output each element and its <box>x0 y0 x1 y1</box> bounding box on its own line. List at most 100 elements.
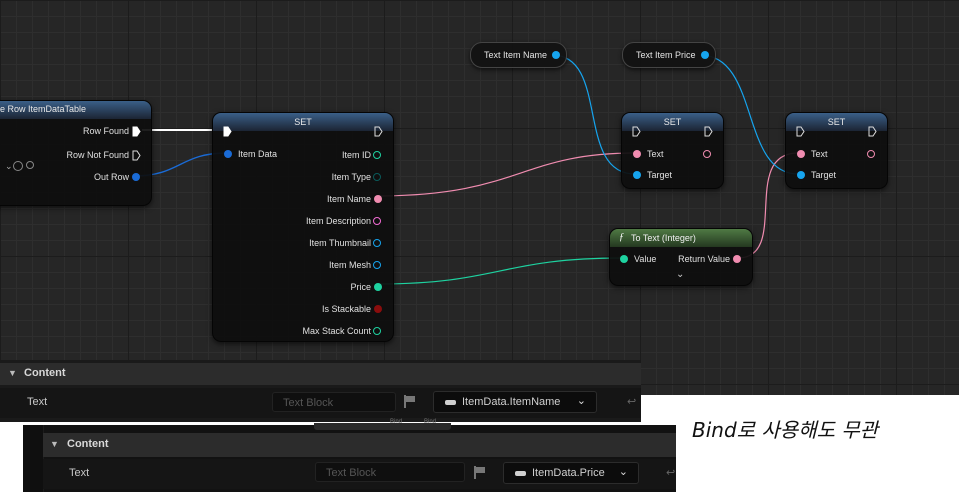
chevron-down-icon: ⌄ <box>576 395 586 407</box>
node-title: To Text (Integer) <box>631 233 696 243</box>
output-pin[interactable] <box>374 283 382 291</box>
reset-arrow-icon[interactable]: ↩ <box>627 395 636 408</box>
property-label: Text <box>69 467 90 479</box>
text-block-placeholder: Text Block <box>283 397 334 409</box>
value-label: Value <box>634 254 657 264</box>
row-found-exec-pin[interactable] <box>132 126 141 137</box>
node-title: SET <box>294 117 312 127</box>
reset-arrow-icon[interactable]: ↩ <box>666 466 675 479</box>
output-pin-label: Item ID <box>341 150 371 160</box>
output-pin-label: Is Stackable <box>321 304 371 314</box>
flag-icon[interactable] <box>404 395 418 408</box>
text-in-pin[interactable] <box>633 150 641 158</box>
node-title: e Row ItemDataTable <box>0 104 87 114</box>
binding-dropdown[interactable]: ItemData.Price ⌄ <box>503 462 639 484</box>
set-item-data-node[interactable]: SET Item Data Item ID Item Type Item Name I… <box>212 112 394 342</box>
output-pin[interactable] <box>373 327 381 335</box>
node-header: SET <box>213 113 393 131</box>
output-pin-label: Item Name <box>326 194 371 204</box>
out-row-label: Out Row <box>93 172 129 182</box>
set-text-node-1[interactable]: SET Text Target <box>621 112 724 189</box>
binding-value: ItemData.ItemName <box>462 396 561 408</box>
category-label: Content <box>24 367 66 379</box>
partial-tab-strip: Bind Bind <box>314 419 451 430</box>
row-not-found-exec-pin[interactable] <box>132 150 141 161</box>
exec-in-pin[interactable] <box>796 126 805 137</box>
target-label: Target <box>811 170 837 180</box>
text-in-pin[interactable] <box>797 150 805 158</box>
details-panel-itemname: ▼ Content Text Text Block ItemData.ItemN… <box>0 360 641 422</box>
row-not-found-label: Row Not Found <box>66 150 129 160</box>
node-header: e Row ItemDataTable <box>0 101 151 119</box>
exec-in-pin[interactable] <box>632 126 641 137</box>
return-value-pin[interactable] <box>733 255 741 263</box>
details-panel-price: Bind Bind ▼ Content Text Text Block Item… <box>23 419 676 492</box>
chevron-down-icon[interactable]: ⌄ <box>5 161 13 172</box>
variable-out-pin[interactable] <box>701 51 709 59</box>
get-data-table-row-node[interactable]: e Row ItemDataTable Row Found Row Not Fo… <box>0 100 152 206</box>
set-text-node-2[interactable]: SET Text Target <box>785 112 888 189</box>
chevron-down-icon[interactable]: ⌄ <box>676 269 684 280</box>
item-data-label: Item Data <box>238 149 278 159</box>
output-pin[interactable] <box>373 217 381 225</box>
price-wire <box>375 257 623 285</box>
variable-out-pin[interactable] <box>552 51 560 59</box>
value-in-pin[interactable] <box>620 255 628 263</box>
panel-left-border <box>23 425 44 492</box>
variable-label: Text Item Name <box>484 50 548 60</box>
output-pin-label: Item Mesh <box>328 260 371 270</box>
content-category[interactable]: ▼ Content <box>0 363 641 385</box>
target-pin[interactable] <box>633 171 641 179</box>
chevron-down-icon: ⌄ <box>618 466 628 478</box>
text-label: Text <box>811 149 828 159</box>
output-pin[interactable] <box>373 261 381 269</box>
text-label: Text <box>647 149 664 159</box>
tab-label: Bind <box>390 419 403 425</box>
variable-label: Text Item Price <box>636 50 696 60</box>
output-pin[interactable] <box>374 305 382 313</box>
exec-out-pin[interactable] <box>374 126 383 137</box>
content-category[interactable]: ▼ Content <box>43 433 676 457</box>
text-block-input[interactable]: Text Block <box>272 392 396 412</box>
return-value-label: Return Value <box>678 254 730 264</box>
output-pin[interactable] <box>373 239 381 247</box>
property-label: Text <box>27 396 48 408</box>
output-pin-label: Item Thumbnail <box>309 238 371 248</box>
output-pin-label: Max Stack Count <box>302 326 371 336</box>
add-pin-icon[interactable] <box>13 161 23 171</box>
item-name-wire <box>375 152 636 197</box>
target-label: Target <box>647 170 673 180</box>
out-row-pin[interactable] <box>132 173 140 181</box>
to-text-integer-node[interactable]: ƒ To Text (Integer) Value Return Value ⌄ <box>609 228 753 286</box>
output-pin[interactable] <box>373 151 381 159</box>
function-icon: ƒ <box>619 232 624 243</box>
search-icon[interactable] <box>26 161 34 169</box>
flag-icon[interactable] <box>474 466 488 479</box>
node-header: ƒ To Text (Integer) <box>610 229 752 247</box>
annotation-text: Bind로 사용해도 무관 <box>692 418 879 442</box>
output-pin-label: Item Type <box>331 172 371 182</box>
row-found-label: Row Found <box>82 126 129 136</box>
blueprint-graph[interactable]: e Row ItemDataTable Row Found Row Not Fo… <box>0 0 959 395</box>
exec-out-pin[interactable] <box>868 126 877 137</box>
output-pin[interactable] <box>374 195 382 203</box>
exec-in-pin[interactable] <box>223 126 232 137</box>
target-pin[interactable] <box>797 171 805 179</box>
binding-dropdown[interactable]: ItemData.ItemName ⌄ <box>433 391 597 413</box>
property-binding-icon <box>515 471 526 476</box>
text-item-price-variable[interactable]: Text Item Price <box>622 42 716 68</box>
output-pin-label: Item Description <box>305 216 371 226</box>
collapse-arrow-icon[interactable]: ▼ <box>50 439 59 449</box>
text-out-pin[interactable] <box>703 150 711 158</box>
text-out-pin[interactable] <box>867 150 875 158</box>
exec-out-pin[interactable] <box>704 126 713 137</box>
binding-value: ItemData.Price <box>532 467 605 479</box>
item-data-pin[interactable] <box>224 150 232 158</box>
text-block-input[interactable]: Text Block <box>315 462 465 482</box>
text-property-row: Text Text Block ItemData.Price ⌄ ↩ <box>43 459 676 489</box>
property-binding-icon <box>445 400 456 405</box>
tab-label: Bind <box>424 419 437 425</box>
collapse-arrow-icon[interactable]: ▼ <box>8 368 17 378</box>
text-item-name-variable[interactable]: Text Item Name <box>470 42 567 68</box>
output-pin[interactable] <box>373 173 381 181</box>
